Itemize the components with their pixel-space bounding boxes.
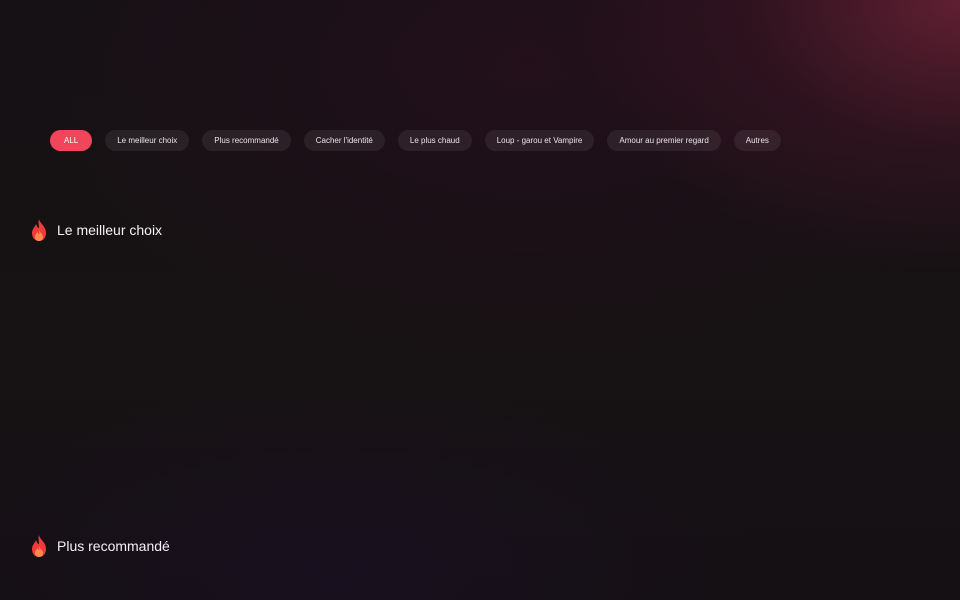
- category-chip-werewolf-vampire[interactable]: Loup - garou et Vampire: [484, 130, 595, 151]
- category-chip-others[interactable]: Autres: [733, 130, 781, 151]
- category-filter-bar: ALL Le meilleur choix Plus recommandé Ca…: [50, 130, 781, 151]
- category-chip-hottest[interactable]: Le plus chaud: [397, 130, 472, 151]
- category-chip-hidden-identity[interactable]: Cacher l'identité: [303, 130, 385, 151]
- category-chip-all[interactable]: ALL: [50, 130, 93, 151]
- section-title: Le meilleur choix: [57, 222, 163, 238]
- category-chip-best-choice[interactable]: Le meilleur choix: [105, 130, 190, 151]
- background-gradient: [0, 0, 960, 600]
- category-chip-most-recommended[interactable]: Plus recommandé: [202, 130, 291, 151]
- flame-icon: [29, 218, 49, 242]
- section-title: Plus recommandé: [57, 538, 170, 554]
- section-header-best-choice: Le meilleur choix: [29, 218, 162, 242]
- section-header-most-recommended: Plus recommandé: [29, 534, 170, 558]
- flame-icon: [29, 534, 49, 558]
- category-chip-love-at-first-sight[interactable]: Amour au premier regard: [607, 130, 721, 151]
